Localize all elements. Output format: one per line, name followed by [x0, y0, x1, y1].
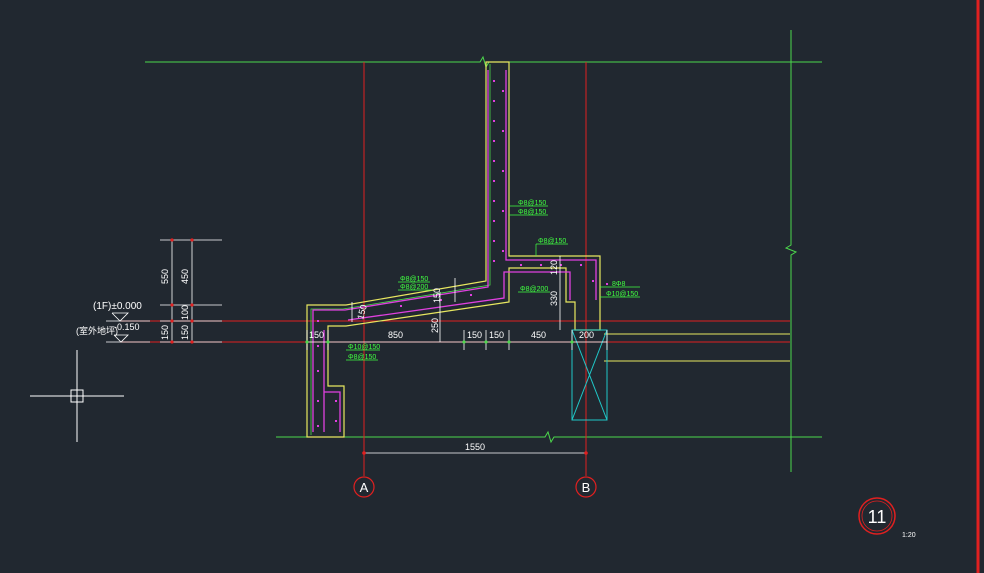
cad-drawing-canvas[interactable]: A B 11 1:20 (1F)±0.000 (室外地坪) -0.150 550… — [0, 0, 984, 573]
detail-scale: 1:20 — [902, 532, 916, 539]
dim-h-450: 450 — [531, 330, 546, 340]
dim-h-1550: 1550 — [465, 442, 485, 452]
dim-v-150-a: 150 — [160, 325, 170, 340]
dim-v-120: 120 — [549, 260, 559, 275]
rebar-note-6: Φ8@200 — [520, 286, 548, 293]
dim-v-550: 550 — [160, 269, 170, 284]
level-label-floor: (1F)±0.000 — [93, 301, 142, 312]
dim-v-250: 250 — [430, 318, 440, 333]
dim-h-150: 150 — [309, 330, 324, 340]
rebar-note-5: Φ8@200 — [400, 284, 428, 291]
rebar-note-3: Φ8@150 — [538, 238, 566, 245]
rebar-note-7: Φ10@150 — [348, 344, 380, 351]
dim-v-100: 100 — [180, 305, 190, 320]
dim-v-150-d: 150 — [432, 288, 442, 303]
rebar-note-2: Φ8@150 — [518, 209, 546, 216]
rebar-note-1: Φ8@150 — [518, 200, 546, 207]
dim-v-150-b: 150 — [180, 325, 190, 340]
background — [0, 0, 984, 573]
dim-v-330: 330 — [549, 291, 559, 306]
dim-h-150-a: 150 — [467, 330, 482, 340]
dim-h-850: 850 — [388, 330, 403, 340]
rebar-note-10: Φ10@150 — [606, 291, 638, 298]
dim-h-150-b: 150 — [489, 330, 504, 340]
level-label-ground: (室外地坪) — [76, 325, 118, 336]
detail-number: 11 — [868, 507, 887, 527]
rebar-note-4: Φ8@150 — [400, 276, 428, 283]
axis-label-a: A — [360, 480, 369, 495]
rebar-note-8: Φ8@150 — [348, 354, 376, 361]
axis-label-b: B — [582, 480, 591, 495]
dim-v-450: 450 — [180, 269, 190, 284]
level-label-ground-value: -0.150 — [114, 322, 140, 332]
dim-h-200: 200 — [579, 330, 594, 340]
rebar-note-9: 8Φ8 — [612, 281, 625, 288]
